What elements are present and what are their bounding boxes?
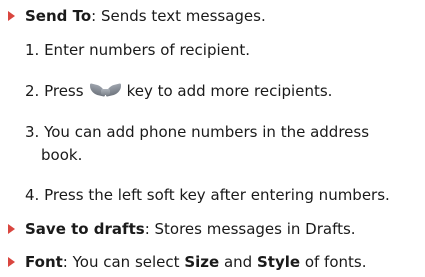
step-2-text-after: key to add more recipients. — [126, 82, 333, 100]
step-3-line-1: 3. You can add phone numbers in the addr… — [25, 123, 370, 141]
send-to-description: : Sends text messages. — [91, 7, 266, 25]
triangle-bullet-icon — [8, 224, 15, 234]
send-key-icon — [89, 83, 121, 97]
save-to-drafts-description: : Stores messages in Drafts. — [144, 220, 356, 238]
save-to-drafts-label: Save to drafts — [25, 220, 145, 238]
font-label: Font — [25, 253, 63, 271]
step-3-line-2: book. — [41, 146, 83, 164]
step-2: 2. Press key to add more recipients. — [25, 82, 332, 100]
step-1: 1. Enter numbers of recipient. — [25, 41, 251, 59]
font-description-b: of fonts. — [304, 253, 367, 271]
font-description-a: : You can select — [62, 253, 180, 271]
send-to-label: Send To — [25, 7, 92, 25]
triangle-bullet-icon — [8, 11, 15, 21]
font-and-word: and — [223, 253, 253, 271]
step-4: 4. Press the left soft key after enterin… — [25, 186, 390, 204]
font-style-term: Style — [256, 253, 301, 271]
triangle-bullet-icon — [8, 257, 15, 267]
font-size-term: Size — [184, 253, 220, 271]
step-2-text-before: 2. Press — [25, 82, 84, 100]
